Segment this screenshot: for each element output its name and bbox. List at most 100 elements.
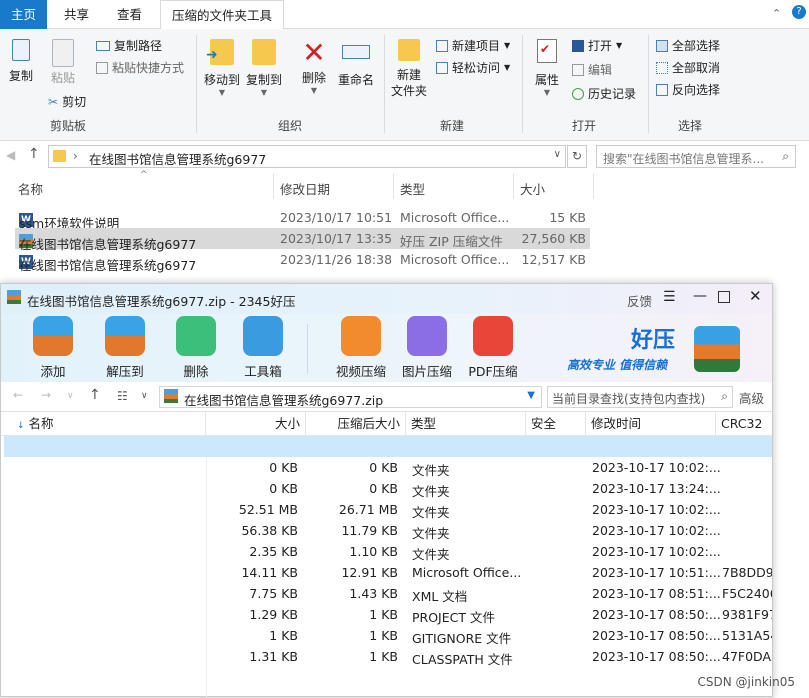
copy-button[interactable]: 复制 xyxy=(6,39,36,84)
edit-button[interactable]: 编辑 xyxy=(572,61,612,78)
path-dropdown-icon[interactable]: ▼ xyxy=(527,390,535,401)
tab-share[interactable]: 共享 xyxy=(53,0,100,29)
col-modified[interactable]: 修改时间 xyxy=(586,412,716,436)
haozip-app-icon xyxy=(7,290,21,304)
paste-shortcut-button[interactable]: 粘贴快捷方式 xyxy=(96,59,184,76)
nav-history-icon[interactable]: ∨ xyxy=(67,391,74,401)
file-row[interactable]: W 在线图书馆信息管理系统g6977 2023/11/26 18:38 Microso… xyxy=(15,249,590,273)
haozip-search-input[interactable]: 当前目录查找(支持包内查找) ⌕ xyxy=(547,386,733,408)
archive-row[interactable]: db56.38 KB11.79 KB文件夹2023-10-17 10:02:..… xyxy=(4,520,772,541)
archive-row[interactable]: .project1.29 KB1 KBPROJECT 文件2023-10-17 … xyxy=(4,604,772,625)
menu-icon[interactable]: ☰ xyxy=(663,289,676,305)
col-type[interactable]: 类型 xyxy=(406,412,526,436)
col-name[interactable]: ↓ 名称 xyxy=(1,412,206,436)
file-row[interactable]: Wssm环境软件说明 2023/10/17 10:51 Microsoft Offi… xyxy=(15,207,590,231)
toolbox-label: 工具箱 xyxy=(244,364,282,379)
entry-size: 52.51 MB xyxy=(238,502,298,517)
pdf-compress-button[interactable]: PDF压缩 xyxy=(463,316,523,380)
column-name[interactable]: 名称 xyxy=(18,179,43,198)
easy-access-icon xyxy=(436,61,448,74)
delete-chevron-icon: ▼ xyxy=(310,86,318,95)
rename-button[interactable]: 重命名 xyxy=(336,39,376,88)
copy-path-icon xyxy=(96,40,110,51)
group-label-organize: 组织 xyxy=(278,119,303,133)
copy-to-button[interactable]: 复制到 ▼ xyxy=(244,39,284,97)
archive-row[interactable]: .settings2.35 KB1.10 KB文件夹2023-10-17 10:… xyxy=(4,541,772,562)
haozip-delete-button[interactable]: 删除 xyxy=(166,316,226,380)
search-placeholder: 搜索"在线图书馆信息管理系... xyxy=(603,152,764,166)
file-size: 12,517 KB xyxy=(521,252,586,267)
archive-row[interactable]: pom.xml7.75 KB1.43 KBXML 文档2023-10-17 08… xyxy=(4,583,772,604)
open-button[interactable]: 打开 ▼ xyxy=(572,37,622,54)
file-type: Microsoft Office... xyxy=(400,210,510,225)
archive-row[interactable]: target0 KB0 KB文件夹2023-10-17 10:02:... xyxy=(4,457,772,478)
entry-type: 文件夹 xyxy=(412,526,450,541)
minimize-icon[interactable]: — xyxy=(693,288,707,304)
nav-forward-icon[interactable]: → xyxy=(41,388,51,402)
open-label: 打开 xyxy=(588,39,613,53)
view-dropdown-icon[interactable]: ∨ xyxy=(141,391,148,401)
help-icon[interactable]: ? xyxy=(792,5,806,19)
column-type[interactable]: 类型 xyxy=(400,179,425,198)
archive-row[interactable]: Wssm环境软件说明.docx14.11 KB12.91 KBMicrosoft… xyxy=(4,562,772,583)
address-field[interactable]: › 在线图书馆信息管理系统g6977 ∨ xyxy=(48,145,566,168)
extract-to-button[interactable]: 解压到 xyxy=(95,316,155,380)
tab-home[interactable]: 主页 xyxy=(0,0,48,29)
toolbox-button[interactable]: 工具箱 xyxy=(233,316,293,380)
entry-type: 文件夹 xyxy=(412,547,450,562)
file-row[interactable]: 在线图书馆信息管理系统g6977 2023/10/17 13:35 好压 ZIP 压… xyxy=(15,228,590,252)
col-size[interactable]: 大小 xyxy=(206,412,306,436)
entry-size: 0 KB xyxy=(269,460,298,475)
image-compress-button[interactable]: 图片压缩 xyxy=(397,316,457,380)
invert-selection-button[interactable]: 反向选择 xyxy=(656,81,720,98)
history-button[interactable]: 历史记录 xyxy=(572,85,636,102)
select-all-button[interactable]: 全部选择 xyxy=(656,37,720,54)
feedback-link[interactable]: 反馈 xyxy=(627,291,652,310)
entry-crc: 9381F978 xyxy=(722,607,772,622)
nav-back-icon[interactable]: ← xyxy=(13,388,23,402)
delete-button[interactable]: ✕ 删除 ▼ xyxy=(299,37,329,96)
advanced-search-link[interactable]: 高级 xyxy=(739,388,764,407)
new-item-button[interactable]: 新建项目 ▼ xyxy=(436,37,510,54)
close-icon[interactable]: ✕ xyxy=(749,287,762,305)
maximize-icon[interactable] xyxy=(718,291,730,303)
move-to-button[interactable]: ➜ 移动到 ▼ xyxy=(202,39,242,97)
address-dropdown-icon[interactable]: ∨ xyxy=(554,149,561,160)
group-divider xyxy=(196,35,197,133)
video-compress-button[interactable]: 视频压缩 xyxy=(331,316,391,380)
archive-row[interactable]: ssmi89oxms90 KB0 KB文件夹2023-10-17 13:24:.… xyxy=(4,478,772,499)
paste-button[interactable]: 粘贴 xyxy=(46,39,80,86)
address-path: 在线图书馆信息管理系统g6977 xyxy=(89,152,267,167)
new-folder-button[interactable]: 新建 文件夹 xyxy=(390,39,428,99)
archive-row[interactable]: .classpath1.31 KB1 KBCLASSPATH 文件2023-10… xyxy=(4,646,772,667)
col-packed-size[interactable]: 压缩后大小 xyxy=(306,412,406,436)
haozip-list-header: ↓ 名称 大小 压缩后大小 类型 安全 修改时间 CRC32 xyxy=(1,412,772,436)
column-date[interactable]: 修改日期 xyxy=(280,179,330,198)
back-arrow-icon[interactable]: ◀ xyxy=(6,148,15,162)
easy-access-button[interactable]: 轻松访问 ▼ xyxy=(436,59,510,76)
archive-row[interactable]: .gitignore1 KB1 KBGITIGNORE 文件2023-10-17… xyxy=(4,625,772,646)
parent-dir-row[interactable]: ..(上层目录) xyxy=(4,436,772,457)
add-icon xyxy=(33,316,73,356)
column-size[interactable]: 大小 xyxy=(520,179,545,198)
archive-row[interactable]: src52.51 MB26.71 MB文件夹2023-10-17 10:02:.… xyxy=(4,499,772,520)
col-security[interactable]: 安全 xyxy=(526,412,586,436)
entry-modified: 2023-10-17 08:50:... xyxy=(592,649,720,664)
entry-type: GITIGNORE 文件 xyxy=(412,631,512,646)
nav-up-icon[interactable]: ↑ xyxy=(89,387,101,403)
col-crc32[interactable]: CRC32 xyxy=(716,412,772,436)
add-button[interactable]: 添加 xyxy=(23,316,83,380)
search-input[interactable]: 搜索"在线图书馆信息管理系... ⌕ xyxy=(596,145,796,168)
refresh-icon[interactable]: ↻ xyxy=(567,145,587,168)
ribbon-collapse-icon[interactable]: ⌃ xyxy=(772,7,781,20)
tab-view[interactable]: 查看 xyxy=(106,0,153,29)
tab-compressed-tools[interactable]: 压缩的文件夹工具 xyxy=(160,0,285,29)
select-none-button[interactable]: 全部取消 xyxy=(656,59,720,76)
up-arrow-icon[interactable]: ↑ xyxy=(28,146,40,162)
view-mode-icon[interactable]: ☷ xyxy=(117,389,128,403)
properties-button[interactable]: ✔ 属性 ▼ xyxy=(530,39,564,97)
edit-label: 编辑 xyxy=(588,63,613,77)
haozip-path-field[interactable]: 在线图书馆信息管理系统g6977.zip ▼ xyxy=(159,386,542,408)
cut-button[interactable]: ✂ 剪切 xyxy=(48,93,86,110)
copy-path-button[interactable]: 复制路径 xyxy=(96,37,162,54)
